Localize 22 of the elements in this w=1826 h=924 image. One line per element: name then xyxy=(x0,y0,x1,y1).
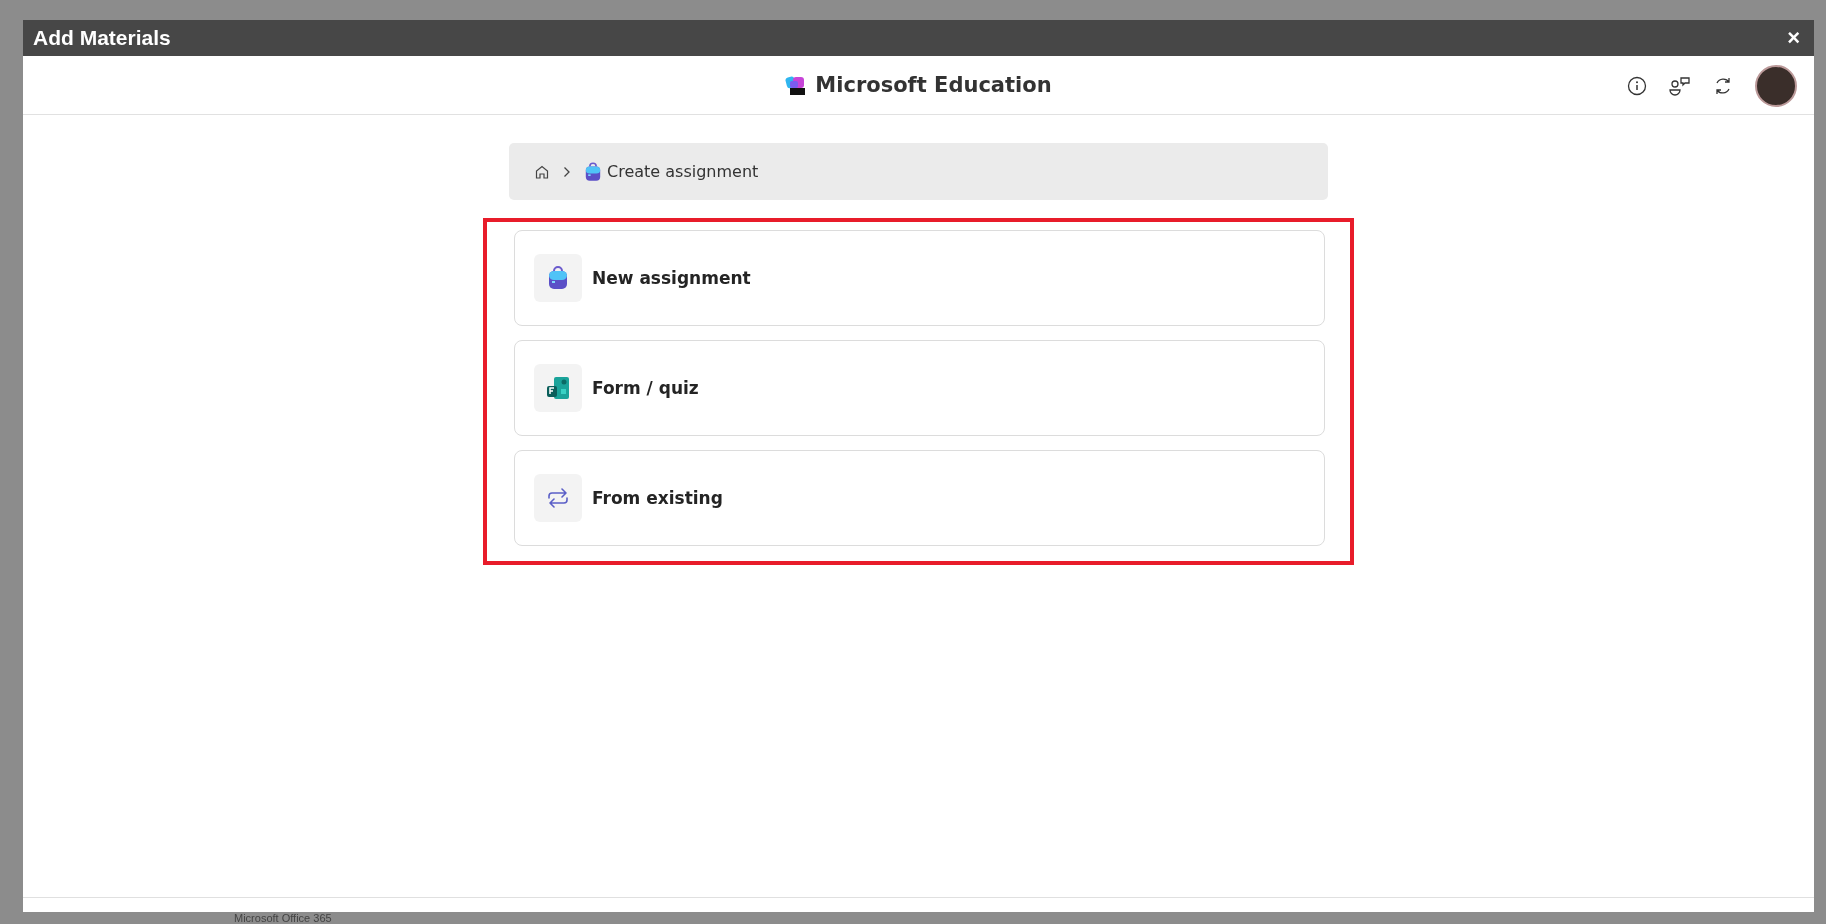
dialog-title: Add Materials xyxy=(33,26,171,50)
forms-app-icon xyxy=(547,377,569,399)
background-app-label: Microsoft Office 365 xyxy=(234,912,332,924)
option-card[interactable]: Form / quiz xyxy=(514,340,1325,436)
option-card[interactable]: New assignment xyxy=(514,230,1325,326)
option-label: From existing xyxy=(592,488,723,508)
repeat-arrows-icon xyxy=(546,488,570,508)
app-name: Microsoft Education xyxy=(815,73,1052,97)
info-icon[interactable] xyxy=(1627,76,1647,96)
backpack-icon xyxy=(585,161,601,182)
option-label: Form / quiz xyxy=(592,378,699,398)
people-chat-icon[interactable] xyxy=(1669,76,1691,96)
avatar[interactable] xyxy=(1755,65,1797,107)
refresh-icon[interactable] xyxy=(1713,76,1733,96)
option-card[interactable]: From existing xyxy=(514,450,1325,546)
option-label: New assignment xyxy=(592,268,751,288)
close-button[interactable]: × xyxy=(1783,27,1804,49)
breadcrumb-current: Create assignment xyxy=(607,162,759,181)
chevron-right-icon xyxy=(563,165,571,178)
app-logo-icon xyxy=(785,74,808,96)
backpack-icon xyxy=(548,266,568,290)
home-icon[interactable] xyxy=(535,164,549,179)
